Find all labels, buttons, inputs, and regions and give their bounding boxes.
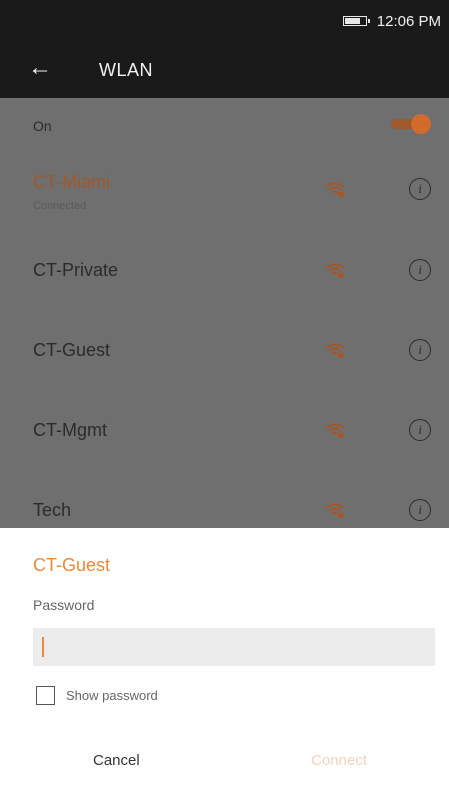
wlan-list: On CT-Miami Connected i CT-Private i CT-…	[0, 98, 449, 528]
wifi-lock-icon	[325, 503, 345, 518]
status-bar: 12:06 PM	[0, 0, 449, 42]
status-time: 12:06 PM	[376, 13, 441, 30]
network-name: CT-Guest	[33, 340, 111, 360]
dialog-network-title: CT-Guest	[33, 555, 111, 575]
network-name: Tech	[33, 500, 72, 520]
info-icon[interactable]: i	[409, 259, 431, 281]
network-name: CT-Miami	[33, 172, 110, 192]
network-row-ct-miami[interactable]: CT-Miami Connected i	[0, 154, 449, 232]
battery-icon	[343, 16, 370, 26]
show-password-checkbox[interactable]	[36, 686, 55, 705]
network-row-ct-mgmt[interactable]: CT-Mgmt i	[0, 392, 449, 472]
back-arrow-icon[interactable]: ←	[28, 56, 52, 80]
network-row-ct-guest[interactable]: CT-Guest i	[0, 312, 449, 392]
connect-button[interactable]: Connect	[311, 752, 367, 769]
app-bar: ← WLAN	[0, 42, 449, 98]
password-label: Password	[33, 597, 95, 613]
page-title: WLAN	[99, 60, 154, 80]
network-row-tech[interactable]: Tech i	[0, 472, 449, 528]
show-password-label: Show password	[66, 688, 158, 703]
info-icon[interactable]: i	[409, 499, 431, 521]
text-cursor	[42, 637, 44, 657]
wifi-password-dialog: CT-Guest Password Show password Cancel C…	[0, 528, 449, 797]
network-name: CT-Mgmt	[33, 420, 107, 440]
wlan-toggle-switch[interactable]	[391, 114, 431, 134]
info-icon[interactable]: i	[409, 339, 431, 361]
info-icon[interactable]: i	[409, 419, 431, 441]
network-name: CT-Private	[33, 260, 119, 280]
wifi-lock-icon	[325, 263, 345, 278]
wlan-toggle-label: On	[33, 118, 52, 134]
wifi-lock-icon	[325, 343, 345, 358]
wifi-lock-icon	[325, 423, 345, 438]
password-input[interactable]	[33, 628, 435, 666]
info-icon[interactable]: i	[409, 178, 431, 200]
wifi-lock-icon	[325, 182, 345, 197]
network-row-ct-private[interactable]: CT-Private i	[0, 232, 449, 312]
network-status: Connected	[33, 200, 87, 212]
cancel-button[interactable]: Cancel	[93, 752, 140, 769]
wlan-toggle-row[interactable]: On	[0, 98, 449, 154]
